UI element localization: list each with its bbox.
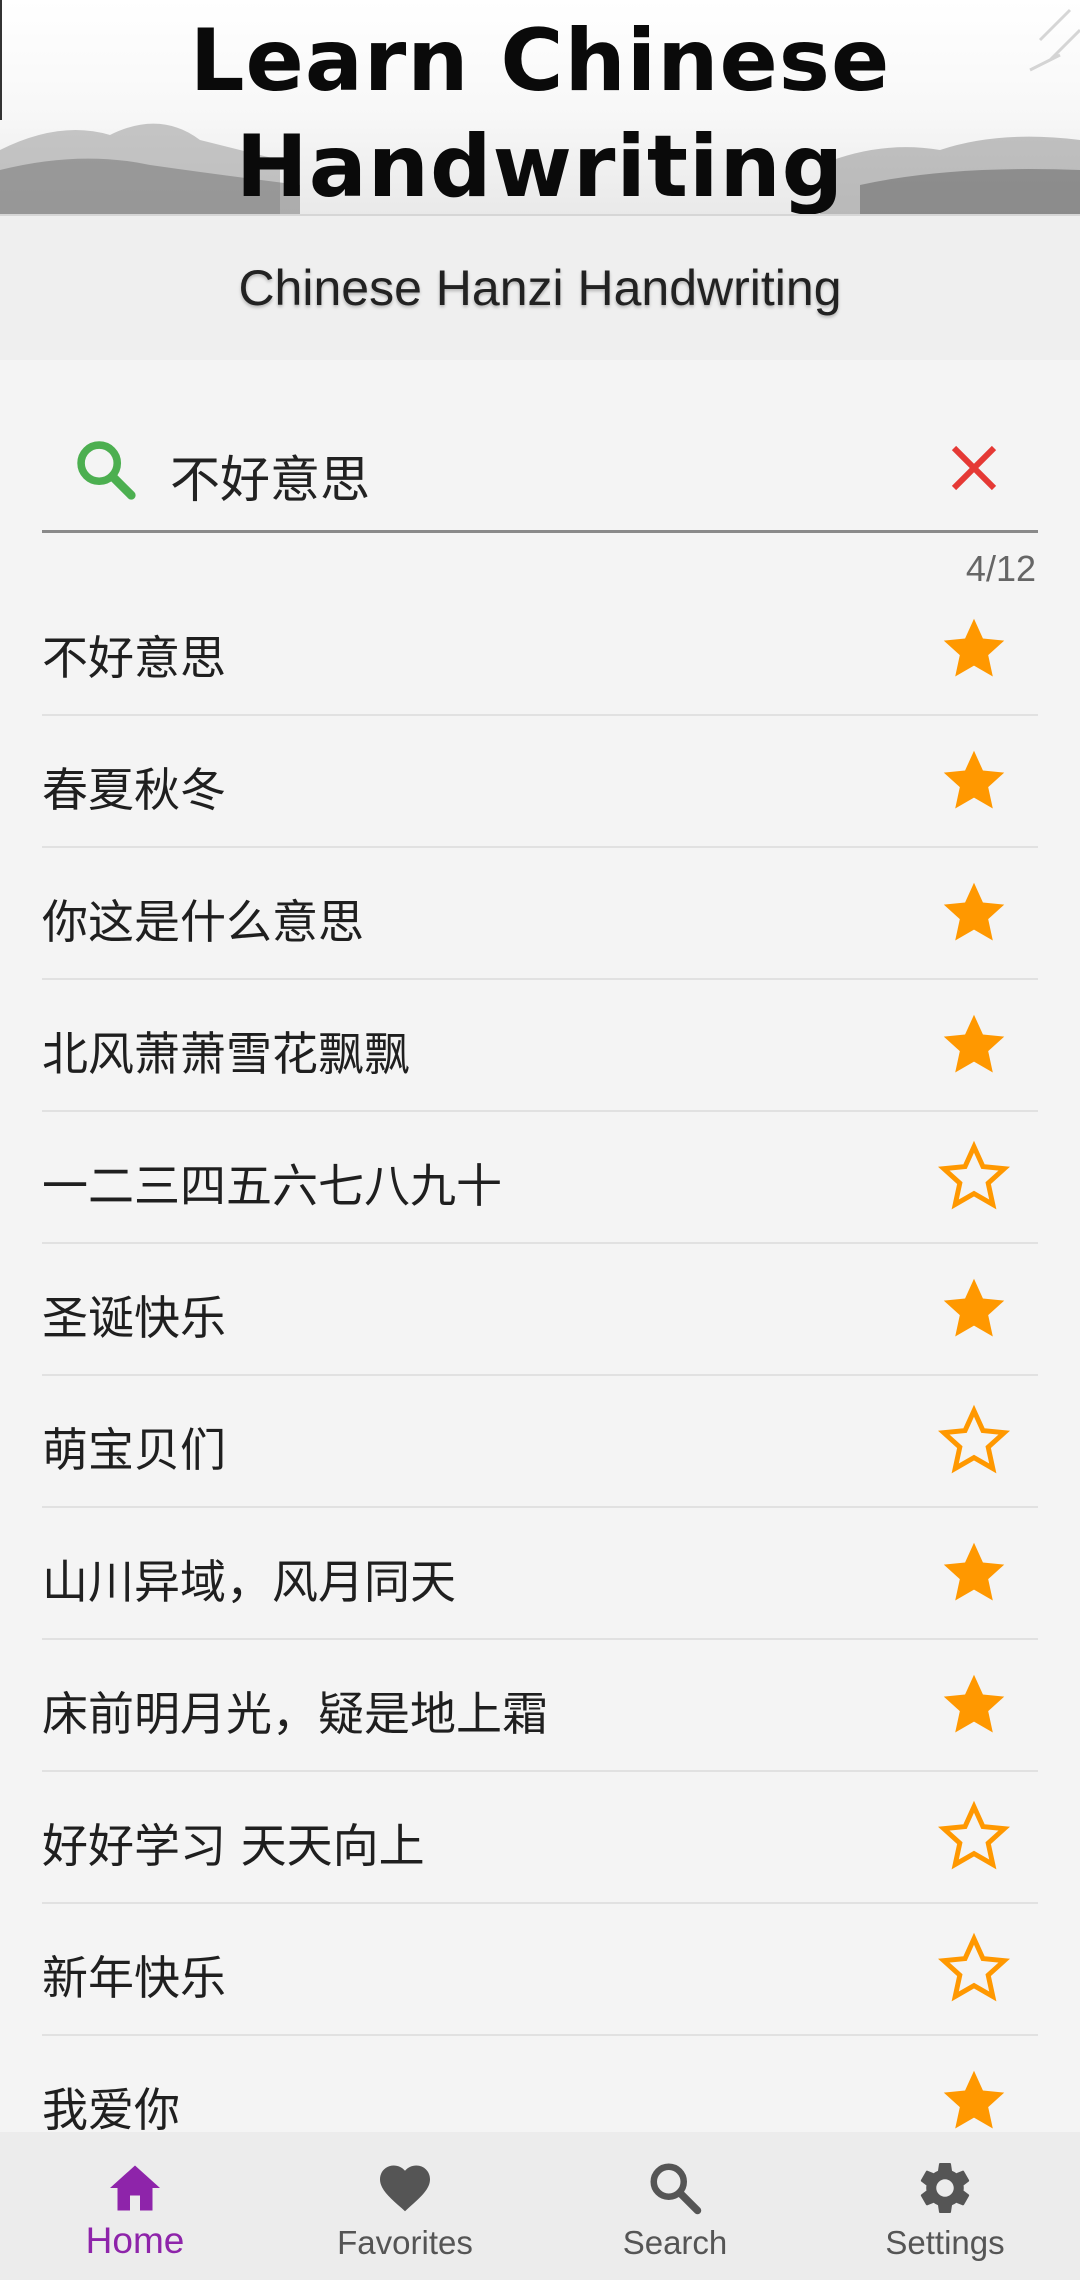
star-filled-icon[interactable]	[937, 1272, 1011, 1346]
phrase-text: 床前明月光，疑是地上霜	[42, 1687, 548, 1741]
heart-icon	[380, 2165, 430, 2212]
banner-title: Learn Chinese Handwriting	[0, 8, 1080, 216]
phrase-text: 不好意思	[42, 631, 226, 685]
star-filled-icon[interactable]	[937, 1536, 1011, 1610]
bottom-navigation: Home Favorites Search Settings	[0, 2132, 1080, 2280]
star-filled-icon[interactable]	[937, 1008, 1011, 1082]
phrase-text: 新年快乐	[42, 1951, 226, 2005]
home-icon	[110, 2165, 160, 2211]
phrase-text: 圣诞快乐	[42, 1291, 226, 1345]
nav-label: Favorites	[337, 2224, 473, 2261]
search-field[interactable]: 不好意思	[42, 410, 1038, 533]
nav-label: Search	[622, 2224, 728, 2261]
list-item[interactable]: 山川异域，风月同天	[42, 1508, 1038, 1640]
phrase-text: 我爱你	[42, 2083, 180, 2137]
search-icon	[650, 2163, 702, 2215]
star-filled-icon[interactable]	[937, 744, 1011, 818]
nav-item-favorites[interactable]: Favorites	[270, 2132, 540, 2280]
app-subtitle: Chinese Hanzi Handwriting	[238, 260, 842, 316]
banner-title-line1: Learn Chinese	[189, 11, 891, 111]
nav-label: Settings	[885, 2224, 1005, 2261]
star-filled-icon[interactable]	[937, 876, 1011, 950]
list-item[interactable]: 不好意思	[42, 584, 1038, 716]
phrase-list: 不好意思春夏秋冬你这是什么意思 北风萧萧雪花飘飘一二三四五六七八九十 圣诞快乐萌宝贝…	[42, 584, 1038, 2168]
list-item[interactable]: 你这是什么意思	[42, 848, 1038, 980]
list-item[interactable]: 新年快乐	[42, 1904, 1038, 2036]
app-banner: Learn Chinese Handwriting	[0, 0, 1080, 216]
search-input[interactable]: 不好意思	[170, 440, 370, 512]
star-outline-icon[interactable]	[937, 1140, 1011, 1214]
phrase-text: 北风萧萧雪花飘飘	[42, 1027, 410, 1081]
list-item[interactable]: 圣诞快乐	[42, 1244, 1038, 1376]
phrase-text: 一二三四五六七八九十	[42, 1159, 502, 1213]
list-item[interactable]: 一二三四五六七八九十	[42, 1112, 1038, 1244]
phrase-text: 山川异域，风月同天	[42, 1555, 456, 1609]
phrase-text: 萌宝贝们	[42, 1423, 226, 1477]
star-filled-icon[interactable]	[937, 612, 1011, 686]
gear-icon	[920, 2163, 970, 2213]
star-outline-icon[interactable]	[937, 1932, 1011, 2006]
nav-item-settings[interactable]: Settings	[810, 2132, 1080, 2280]
app-subtitle-bar: Chinese Hanzi Handwriting	[0, 216, 1080, 360]
star-filled-icon[interactable]	[937, 1668, 1011, 1742]
phrase-text: 春夏秋冬	[42, 763, 226, 817]
nav-item-search[interactable]: Search	[540, 2132, 810, 2280]
list-item[interactable]: 萌宝贝们	[42, 1376, 1038, 1508]
phrase-text: 你这是什么意思	[42, 895, 364, 949]
star-outline-icon[interactable]	[937, 1404, 1011, 1478]
nav-item-home[interactable]: Home	[0, 2132, 270, 2280]
clear-icon[interactable]	[944, 438, 1004, 498]
list-item[interactable]: 床前明月光，疑是地上霜	[42, 1640, 1038, 1772]
star-outline-icon[interactable]	[937, 1800, 1011, 1874]
list-item[interactable]: 北风萧萧雪花飘飘	[42, 980, 1038, 1112]
search-icon	[77, 441, 136, 500]
phrase-text: 好好学习 天天向上	[42, 1819, 425, 1873]
nav-label: Home	[85, 2220, 185, 2261]
banner-title-line2: Handwriting	[235, 117, 845, 216]
list-item[interactable]: 春夏秋冬	[42, 716, 1038, 848]
star-filled-icon[interactable]	[937, 2064, 1011, 2138]
list-item[interactable]: 好好学习 天天向上	[42, 1772, 1038, 1904]
